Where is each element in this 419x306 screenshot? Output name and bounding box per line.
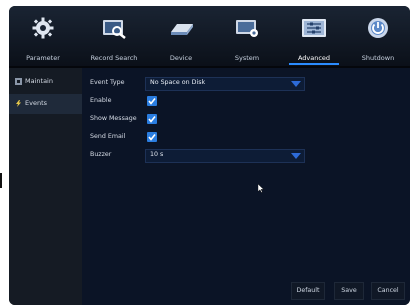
enable-row: Enable [90,95,190,109]
checkmark-icon [148,116,156,123]
default-button[interactable]: Default [291,282,325,300]
mouse-cursor-icon [258,184,264,193]
chevron-down-icon [291,153,301,159]
nav-item-shutdown[interactable]: Shutdown [349,6,407,66]
nav-label: Record Search [90,54,138,62]
gear-icon [32,17,54,39]
monitor-settings-icon [236,20,258,37]
nav-item-system[interactable]: System [217,6,277,66]
sidebar-item-label: Maintain [25,77,53,85]
send-email-label: Send Email [90,133,126,140]
sidebar-item-events[interactable]: Events [9,94,82,114]
send-email-checkbox[interactable] [147,132,157,142]
nav-item-parameter[interactable]: Parameter [13,6,73,66]
show-message-checkbox[interactable] [147,114,157,124]
events-settings-panel: Event Type No Space on Disk Enable Show … [82,68,410,305]
nav-label: Device [169,54,193,62]
buzzer-row: Buzzer 10 s [90,149,320,163]
nav-item-device[interactable]: Device [151,6,211,66]
show-message-label: Show Message [90,115,137,122]
buzzer-value: 10 s [150,151,164,158]
event-type-value: No Space on Disk [150,79,206,86]
sliders-icon [302,19,326,37]
checkmark-icon [148,134,156,141]
send-email-row: Send Email [90,131,190,145]
wrench-icon [15,78,22,85]
nav-label: System [234,54,260,62]
sidebar: Maintain Events [9,68,82,305]
nav-label: Advanced [297,54,331,62]
nav-label: Shutdown [361,54,395,62]
checkmark-icon [148,98,156,105]
nav-label: Parameter [26,54,60,62]
power-icon [368,18,388,38]
sidebar-item-maintain[interactable]: Maintain [9,72,82,92]
cancel-button[interactable]: Cancel [371,282,405,300]
event-type-row: Event Type No Space on Disk [90,77,320,91]
lightning-icon [16,100,21,107]
chevron-down-icon [291,81,301,87]
top-navigation-bar: Parameter Record Search Device System Ad… [9,6,410,66]
event-type-label: Event Type [90,79,125,86]
external-bracket-mark [0,173,2,188]
nav-item-advanced[interactable]: Advanced [283,6,345,66]
save-button[interactable]: Save [334,282,364,300]
nav-item-record-search[interactable]: Record Search [81,6,147,66]
buzzer-label: Buzzer [90,151,112,158]
search-icon [103,20,126,39]
show-message-row: Show Message [90,113,190,127]
sidebar-item-label: Events [25,99,48,107]
event-type-select[interactable]: No Space on Disk [145,77,305,91]
dvr-settings-screen: Parameter Record Search Device System Ad… [9,6,410,305]
hard-drive-icon [171,24,193,35]
enable-label: Enable [90,97,112,104]
buzzer-select[interactable]: 10 s [145,149,305,163]
enable-checkbox[interactable] [147,96,157,106]
active-tab-indicator [289,63,339,65]
